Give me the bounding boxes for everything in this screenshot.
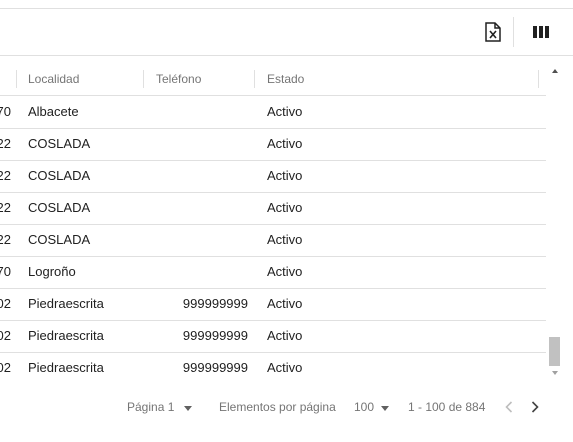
columns-button[interactable] (528, 19, 554, 45)
cell-telefono (150, 256, 248, 288)
cell-telefono: 999999999 (182, 360, 248, 375)
items-per-page-label: Elementos por página (219, 400, 336, 414)
table-row[interactable]: 02 Piedraescrita 999999999 Activo (0, 288, 546, 321)
cell-estado: Activo (267, 200, 303, 215)
toolbar-separator (513, 17, 514, 47)
table-row[interactable]: 22 COSLADA Activo (0, 192, 546, 225)
cell-localidad: Albacete (28, 104, 79, 119)
cell-truncated: 22 (0, 200, 11, 215)
cell-truncated: 22 (0, 168, 11, 183)
column-header-telefono[interactable]: Teléfono (156, 63, 201, 95)
table-row[interactable]: 70 Logroño Activo (0, 256, 546, 289)
column-separator[interactable] (538, 70, 539, 88)
cell-truncated: 22 (0, 136, 11, 151)
cell-telefono: 999999999 (182, 328, 248, 343)
scroll-down-arrow-icon[interactable] (552, 371, 558, 375)
table-row[interactable]: 22 COSLADA Activo (0, 128, 546, 161)
cell-localidad: COSLADA (28, 136, 91, 151)
vertical-scrollbar[interactable] (546, 63, 563, 383)
cell-estado: Activo (267, 296, 303, 311)
grid-toolbar (0, 9, 573, 55)
page-dropdown-icon[interactable] (184, 406, 192, 411)
columns-icon (533, 26, 549, 38)
table-row[interactable]: 22 COSLADA Activo (0, 224, 546, 257)
cell-estado: Activo (267, 360, 303, 375)
cell-truncated: 02 (0, 296, 11, 311)
cell-estado: Activo (267, 136, 303, 151)
cell-localidad: COSLADA (28, 200, 91, 215)
chevron-right-icon (531, 401, 539, 413)
cell-truncated: 22 (0, 232, 11, 247)
cell-localidad: Piedraescrita (28, 296, 104, 311)
cell-telefono (150, 224, 248, 256)
cell-estado: Activo (267, 104, 303, 119)
cell-telefono: 999999999 (182, 296, 248, 311)
cell-truncated: 02 (0, 328, 11, 343)
items-per-page-select[interactable]: 100 (354, 399, 374, 415)
cell-estado: Activo (267, 232, 303, 247)
scrollbar-thumb[interactable] (549, 337, 560, 366)
cell-localidad: Piedraescrita (28, 328, 104, 343)
chevron-left-icon (505, 401, 513, 413)
cell-estado: Activo (267, 168, 303, 183)
page-selector[interactable]: Página 1 (127, 399, 174, 415)
cell-localidad: COSLADA (28, 168, 91, 183)
column-header-localidad[interactable]: Localidad (28, 63, 79, 95)
next-page-button[interactable] (525, 397, 545, 417)
pagination-bar: Página 1 Elementos por página 100 1 - 10… (0, 383, 573, 431)
cell-localidad: Logroño (28, 264, 76, 279)
table-row[interactable]: 70 Albacete Activo (0, 96, 546, 129)
cell-telefono (150, 96, 248, 128)
cell-truncated: 70 (0, 264, 11, 279)
excel-export-icon (485, 22, 501, 42)
excel-export-button[interactable] (480, 19, 506, 45)
column-header-estado[interactable]: Estado (267, 63, 304, 95)
column-separator[interactable] (143, 70, 144, 88)
toolbar-divider (0, 55, 573, 56)
cell-telefono (150, 128, 248, 160)
cell-truncated: 02 (0, 360, 11, 375)
items-per-page-dropdown-icon[interactable] (381, 406, 389, 411)
cell-truncated: 70 (0, 104, 11, 119)
cell-telefono (150, 160, 248, 192)
cell-localidad: COSLADA (28, 232, 91, 247)
cell-localidad: Piedraescrita (28, 360, 104, 375)
scroll-up-arrow-icon[interactable] (552, 69, 558, 73)
table-row[interactable]: 22 COSLADA Activo (0, 160, 546, 193)
cell-estado: Activo (267, 328, 303, 343)
column-separator[interactable] (16, 70, 17, 88)
table-row[interactable]: 02 Piedraescrita 999999999 Activo (0, 352, 546, 383)
table-row[interactable]: 02 Piedraescrita 999999999 Activo (0, 320, 546, 353)
grid-header: Localidad Teléfono Estado (0, 63, 546, 96)
range-label: 1 - 100 de 884 (408, 400, 486, 414)
previous-page-button[interactable] (499, 397, 519, 417)
cell-telefono (150, 192, 248, 224)
cell-estado: Activo (267, 264, 303, 279)
data-grid: Localidad Teléfono Estado 70 Albacete Acti… (0, 63, 546, 383)
column-separator[interactable] (254, 70, 255, 88)
